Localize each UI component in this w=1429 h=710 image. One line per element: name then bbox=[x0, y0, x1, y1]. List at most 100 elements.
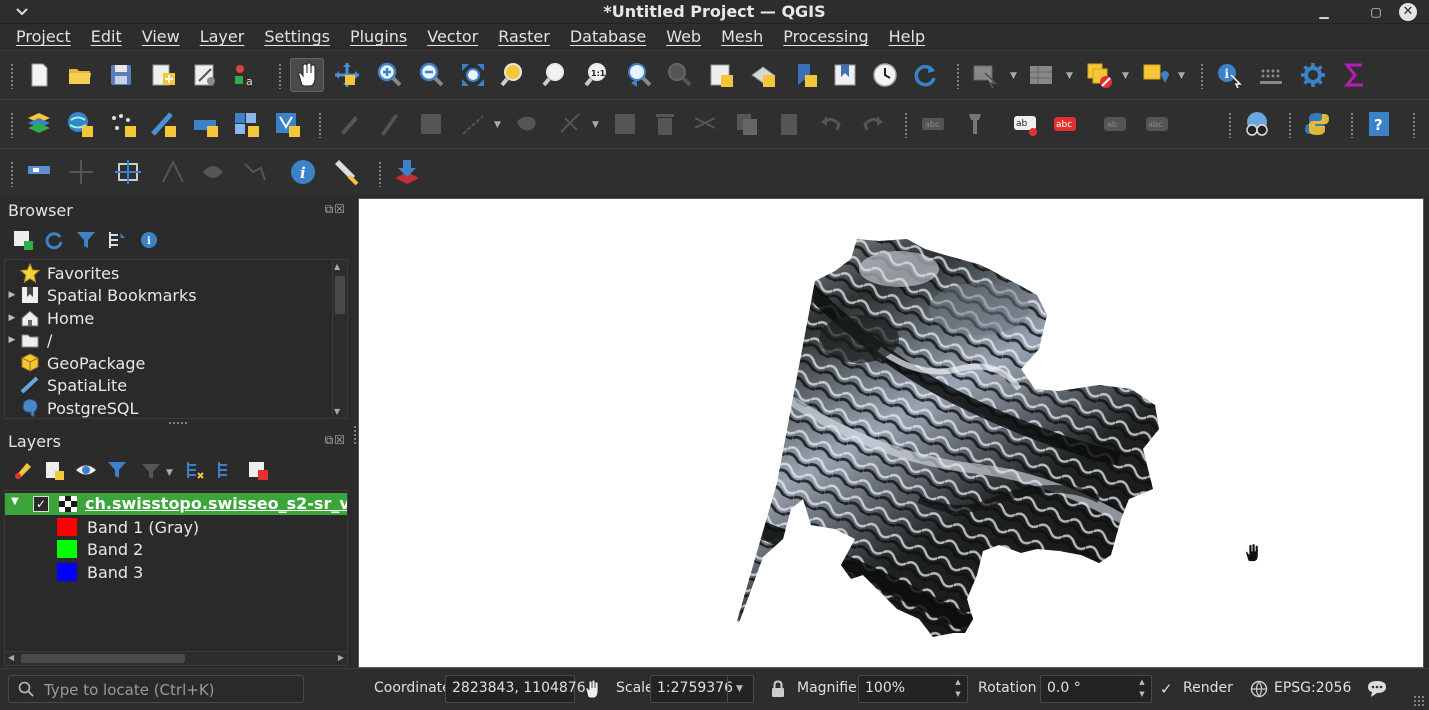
lock-scale-icon[interactable] bbox=[770, 680, 786, 702]
collapse-all-icon[interactable] bbox=[106, 229, 128, 251]
expand-arrow-icon[interactable]: ▶ bbox=[5, 335, 19, 345]
menu-web[interactable]: Web bbox=[656, 24, 711, 49]
menu-settings[interactable]: Settings bbox=[254, 24, 340, 49]
resize-grip[interactable] bbox=[1413, 695, 1425, 707]
menu-layer[interactable]: Layer bbox=[190, 24, 255, 49]
messages-icon[interactable] bbox=[1366, 679, 1388, 703]
style-manager-icon[interactable]: a bbox=[230, 60, 260, 90]
layers-panel-controls[interactable]: ⧉☒ bbox=[325, 433, 346, 448]
select-location-dropdown-icon[interactable]: ▼ bbox=[1178, 71, 1186, 81]
expand-arrow-icon[interactable]: ▶ bbox=[5, 313, 19, 323]
dock-splitter[interactable] bbox=[353, 425, 357, 445]
new-bookmark-icon[interactable] bbox=[790, 60, 820, 90]
scroll-left-icon[interactable]: ◀ bbox=[8, 653, 14, 662]
shape-digitizing-icon[interactable] bbox=[240, 157, 270, 187]
layer-styling-icon[interactable] bbox=[12, 459, 34, 481]
add-layer-icon[interactable] bbox=[65, 109, 95, 139]
scroll-right-icon[interactable]: ▶ bbox=[338, 653, 344, 662]
browser-scroll-thumb[interactable] bbox=[335, 276, 345, 314]
modify-attributes-icon[interactable] bbox=[610, 109, 640, 139]
select-features-icon[interactable] bbox=[970, 60, 1000, 90]
browser-item-postgresql[interactable]: PostgreSQL bbox=[5, 397, 138, 419]
browser-properties-icon[interactable]: i bbox=[138, 229, 160, 251]
rotate-label-icon[interactable]: abc bbox=[1142, 109, 1172, 139]
add-group-icon[interactable] bbox=[43, 459, 65, 481]
map-tips-icon[interactable] bbox=[24, 157, 54, 187]
browser-item-spatialite[interactable]: SpatiaLite bbox=[5, 374, 127, 396]
coordinate-field[interactable]: 2823843, 1104876 bbox=[445, 675, 586, 703]
measure-icon[interactable] bbox=[1256, 60, 1286, 90]
minimize-button[interactable]: ▁ bbox=[1315, 4, 1333, 20]
zoom-last-icon[interactable] bbox=[624, 60, 654, 90]
label-tool-icon[interactable]: abc bbox=[918, 109, 948, 139]
move-label-icon[interactable]: ab bbox=[1100, 109, 1130, 139]
zoom-out-icon[interactable] bbox=[416, 60, 446, 90]
rotation-stepper-icon[interactable]: ▲ ▼ bbox=[1135, 676, 1149, 702]
identify-features-icon[interactable]: i bbox=[1214, 60, 1244, 90]
select-dropdown-icon[interactable]: ▼ bbox=[1010, 71, 1018, 81]
menu-database[interactable]: Database bbox=[560, 24, 656, 49]
digitize-dropdown-icon[interactable]: ▼ bbox=[494, 120, 502, 130]
add-polygon-feature-icon[interactable] bbox=[512, 109, 542, 139]
georeferencer-icon[interactable] bbox=[114, 157, 144, 187]
map-canvas[interactable] bbox=[358, 198, 1424, 668]
zoom-to-selection-icon[interactable] bbox=[498, 60, 528, 90]
add-feature-crosshair-icon[interactable] bbox=[66, 157, 96, 187]
menu-help[interactable]: Help bbox=[879, 24, 935, 49]
add-point-layer-icon[interactable] bbox=[108, 109, 138, 139]
settings-gear-icon[interactable] bbox=[1298, 60, 1328, 90]
toggle-editing-icon[interactable] bbox=[374, 109, 404, 139]
save-edits-icon[interactable] bbox=[416, 109, 446, 139]
pan-to-selection-icon[interactable] bbox=[332, 60, 362, 90]
pan-map-icon[interactable] bbox=[290, 58, 324, 92]
add-wfs-layer-icon[interactable] bbox=[272, 109, 302, 139]
filter-legend-icon[interactable] bbox=[106, 459, 128, 481]
information-icon[interactable]: i bbox=[288, 157, 318, 187]
pin-labels-icon[interactable]: ab bbox=[1010, 109, 1040, 139]
vertex-tool-icon[interactable] bbox=[556, 109, 586, 139]
add-selected-layers-icon[interactable] bbox=[12, 229, 34, 251]
toolbar-grip[interactable] bbox=[318, 112, 322, 138]
menu-project[interactable]: Project bbox=[6, 24, 81, 49]
browser-item-home[interactable]: ▶ Home bbox=[5, 307, 95, 329]
new-print-layout-icon[interactable] bbox=[148, 60, 178, 90]
statistics-sigma-icon[interactable] bbox=[1340, 60, 1370, 90]
select-by-location-icon[interactable] bbox=[1140, 60, 1170, 90]
scale-combobox[interactable]: 1:2759376 ▼ bbox=[650, 675, 754, 703]
layer-visibility-checkbox[interactable]: ✓ bbox=[33, 496, 49, 512]
add-spatialite-layer-icon[interactable] bbox=[148, 109, 178, 139]
toolbar-grip[interactable] bbox=[1412, 112, 1416, 138]
menu-vector[interactable]: Vector bbox=[417, 24, 488, 49]
maximize-button[interactable]: ▢ bbox=[1367, 4, 1385, 20]
scroll-up-icon[interactable]: ▲ bbox=[334, 262, 340, 271]
layer-labeling-icon[interactable] bbox=[960, 109, 990, 139]
remove-layer-icon[interactable] bbox=[247, 459, 269, 481]
toolbar-grip[interactable] bbox=[378, 161, 382, 187]
menu-processing[interactable]: Processing bbox=[773, 24, 878, 49]
new-map-view-icon[interactable] bbox=[706, 60, 736, 90]
zoom-full-icon[interactable] bbox=[458, 60, 488, 90]
toolbar-grip[interactable] bbox=[10, 112, 14, 138]
digitize-line-icon[interactable] bbox=[458, 109, 488, 139]
data-source-manager-icon[interactable] bbox=[24, 109, 54, 139]
python-console-icon[interactable] bbox=[1302, 109, 1332, 139]
edits-icon[interactable] bbox=[334, 109, 364, 139]
scale-dropdown-icon[interactable]: ▼ bbox=[727, 676, 751, 702]
redo-icon[interactable] bbox=[858, 109, 888, 139]
toolbar-grip[interactable] bbox=[904, 112, 908, 138]
refresh-icon[interactable] bbox=[910, 60, 940, 90]
browser-item-root[interactable]: ▶ / bbox=[5, 329, 53, 351]
rotation-spinbox[interactable]: 0.0 ° ▲ ▼ bbox=[1040, 675, 1152, 703]
download-layer-icon[interactable] bbox=[390, 155, 424, 189]
show-bookmarks-icon[interactable] bbox=[830, 60, 860, 90]
topology-checker-icon[interactable] bbox=[198, 157, 228, 187]
menu-mesh[interactable]: Mesh bbox=[711, 24, 773, 49]
filter-expression-dropdown-icon[interactable]: ▼ bbox=[166, 468, 174, 478]
zoom-in-icon[interactable] bbox=[374, 60, 404, 90]
crs-globe-icon[interactable] bbox=[1250, 680, 1268, 702]
panel-splitter[interactable] bbox=[168, 421, 188, 425]
collapse-arrow-icon[interactable]: ▼ bbox=[11, 496, 19, 507]
toolbar-grip[interactable] bbox=[10, 161, 14, 187]
attribute-table-dropdown-icon[interactable]: ▼ bbox=[1066, 71, 1074, 81]
zoom-native-icon[interactable]: 1:1 bbox=[582, 60, 612, 90]
